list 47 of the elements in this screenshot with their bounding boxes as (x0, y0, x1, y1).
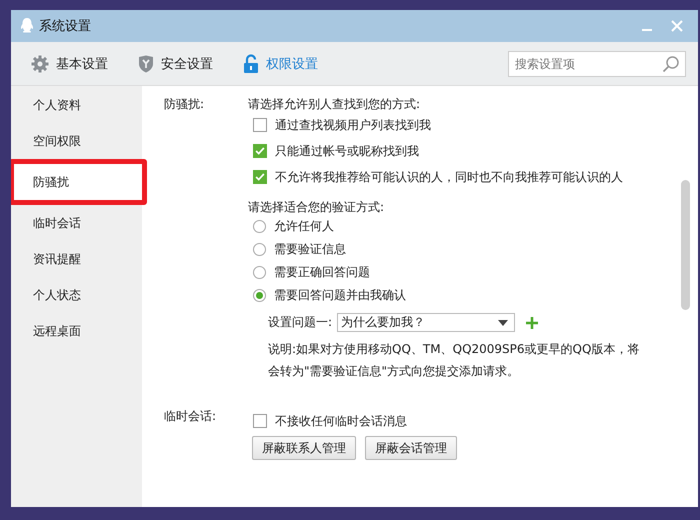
checkbox[interactable] (253, 170, 267, 184)
plus-icon[interactable] (526, 316, 538, 328)
sidebar-item[interactable]: 资讯提醒 (11, 241, 142, 277)
option-label: 只能通过帐号或昵称找到我 (275, 142, 419, 160)
section-label: 临时会话: (164, 408, 218, 425)
sidebar-item[interactable]: 远程桌面 (11, 313, 142, 349)
sidebar-item[interactable]: 空间权限 (11, 123, 142, 159)
settings-tab[interactable]: 安全设置 (138, 54, 213, 72)
manage-button[interactable]: 屏蔽联系人管理 (252, 436, 356, 460)
sidebar-item[interactable]: 个人资料 (11, 87, 142, 123)
section-label: 防骚扰: (164, 96, 206, 113)
shield-icon (138, 54, 154, 72)
lock-icon (243, 54, 259, 74)
search-field[interactable]: 搜索设置项 (508, 50, 686, 76)
minimize-icon (642, 29, 652, 31)
prompt-text: 请选择适合您的验证方式: (248, 199, 386, 215)
settings-tab[interactable]: 基本设置 (31, 54, 108, 72)
sidebar-item[interactable]: 临时会话 (11, 205, 142, 241)
option-label: 需要正确回答问题 (274, 264, 370, 281)
checkbox[interactable] (253, 414, 267, 428)
radio-button[interactable] (253, 289, 266, 302)
caret-icon (498, 320, 508, 326)
search-icon (662, 54, 680, 72)
checkbox[interactable] (253, 118, 267, 132)
option-label: 不接收任何临时会话消息 (275, 412, 407, 430)
option-label: 允许任何人 (274, 218, 334, 235)
settings-tab[interactable]: 权限设置 (243, 54, 318, 74)
question-label: 设置问题一: (268, 314, 332, 331)
option-label: 通过查找视频用户列表找到我 (275, 116, 431, 134)
checkbox[interactable] (253, 144, 267, 158)
option-label: 不允许将我推荐给可能认识的人，同时也不向我推荐可能认识的人 (275, 168, 623, 186)
gear-icon (31, 54, 49, 72)
scrollbar[interactable] (681, 180, 690, 310)
question-dropdown[interactable]: 为什么要加我？ (337, 313, 516, 332)
penguin-icon (19, 17, 35, 35)
radio-button[interactable] (253, 266, 266, 279)
sidebar-item[interactable]: 个人状态 (11, 277, 142, 313)
radio-button[interactable] (253, 220, 266, 233)
radio-button[interactable] (253, 243, 266, 256)
note-text: 说明:如果对方使用移动QQ、TM、QQ2009SP6或更早的QQ版本，将会转为"需要验证信息"方式向您提交添加请求。 (268, 341, 640, 380)
sidebar-item[interactable]: 防骚扰 (11, 159, 147, 205)
prompt-text: 请选择允许别人查找到您的方式: (248, 96, 422, 112)
manage-button[interactable]: 屏蔽会话管理 (365, 436, 457, 460)
window-title: 系统设置 (39, 18, 91, 35)
option-label: 需要回答问题并由我确认 (274, 287, 406, 304)
option-label: 需要验证信息 (274, 241, 346, 258)
close-icon (671, 20, 683, 32)
